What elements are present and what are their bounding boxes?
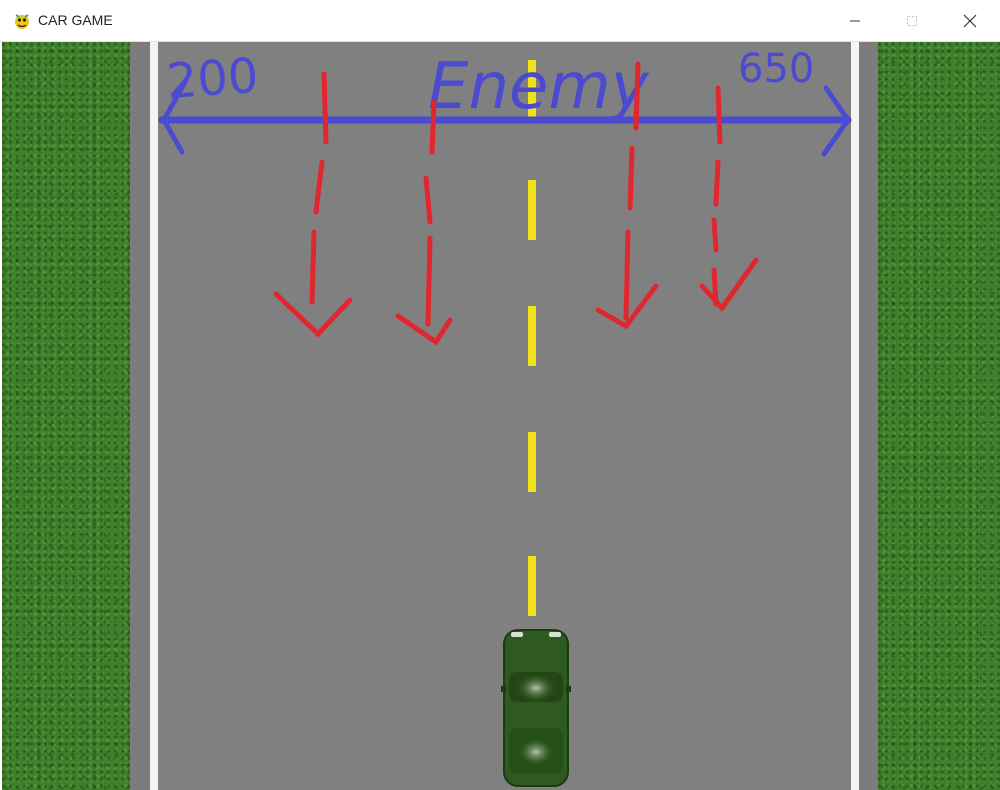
window-title: CAR GAME (38, 12, 113, 28)
close-button[interactable] (940, 0, 1000, 42)
minimize-icon (850, 20, 860, 22)
annotation-overlay: 200 650 Enemy (158, 46, 852, 346)
range-max-label: 650 (738, 46, 814, 92)
spawn-arrow (423, 99, 437, 327)
enemy-label: Enemy (428, 50, 650, 124)
pygame-snake-icon (15, 14, 29, 29)
spawn-arrow-head (699, 257, 759, 312)
spawn-arrow-head (395, 313, 453, 346)
range-min-label: 200 (165, 48, 260, 110)
close-icon (963, 14, 977, 28)
game-window: CAR GAME 200 650 Enemy (0, 0, 1000, 790)
spawn-arrow (309, 71, 329, 305)
maximize-icon (907, 16, 917, 26)
title-bar[interactable]: CAR GAME (0, 0, 1000, 42)
maximize-button[interactable] (882, 0, 942, 42)
minimize-button[interactable] (825, 0, 885, 42)
